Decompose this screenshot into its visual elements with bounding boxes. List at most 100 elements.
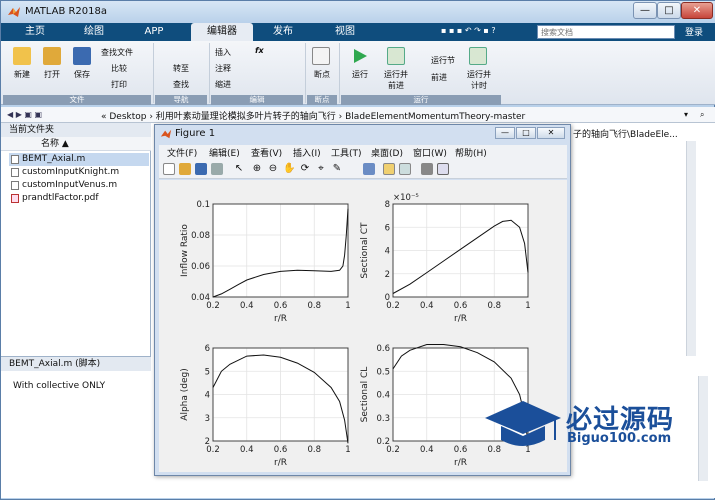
tab-apps[interactable]: APP [129,23,179,41]
m-file-icon [11,155,19,164]
open-icon[interactable] [179,163,191,175]
new-figure-icon[interactable] [163,163,175,175]
close-button[interactable]: ✕ [681,2,713,19]
comment-button[interactable]: 注释 [215,63,231,74]
menu-tools[interactable]: 工具(T) [331,146,362,159]
watermark-url: Biguo100.com [567,431,672,446]
y-axis-label: Sectional CT [360,222,370,279]
path-search-icon[interactable]: ⌕ [700,110,704,120]
y-tick-label: 0.5 [376,367,390,377]
nav-arrows[interactable]: ◀ ▶ ▣ ▣ [7,110,42,119]
run-advance-button[interactable]: 运行并 前进 [377,69,415,91]
figure-close-button[interactable]: ✕ [537,127,565,139]
y-tick-label: 0.04 [191,293,210,303]
path-dropdown-icon[interactable]: ▾ [684,110,688,119]
tab-editor[interactable]: 编辑器 [191,23,253,41]
pan-icon[interactable]: ✋ [283,163,295,175]
goto-button[interactable]: 转至 [173,63,189,74]
group-breakpoints-label: 断点 [307,95,337,105]
compare-button[interactable]: 比较 [111,63,127,74]
zoom-in-icon[interactable]: ⊕ [251,163,263,175]
file-item[interactable]: BEMT_Axial.m [9,153,149,166]
tab-view[interactable]: 视图 [319,23,371,41]
command-scrollbar[interactable] [698,376,708,481]
insert-button[interactable]: 插入 [215,47,231,58]
menu-help[interactable]: 帮助(H) [455,146,487,159]
minimize-button[interactable]: — [633,2,657,19]
tab-plots[interactable]: 绘图 [69,23,119,41]
x-tick-label: 0.8 [307,445,321,455]
menu-insert[interactable]: 插入(I) [293,146,321,159]
x-axis-label: r/R [454,458,467,468]
find-files-button[interactable]: 查找文件 [101,47,133,58]
tab-publish[interactable]: 发布 [257,23,309,41]
column-name[interactable]: 名称 ▲ [1,137,151,151]
show-plot-tools-icon[interactable] [437,163,449,175]
indent-button[interactable]: 缩进 [215,79,231,90]
run-button[interactable]: 运行 [345,69,375,80]
x-tick-label: 0.6 [454,301,468,311]
figure-toolbar: ↖ ⊕ ⊖ ✋ ⟳ ⌖ ✎ [159,159,567,179]
tab-home[interactable]: 主页 [13,23,57,41]
figure-minimize-button[interactable]: — [495,127,515,139]
run-icon[interactable] [351,47,369,65]
figure-maximize-button[interactable]: □ [516,127,536,139]
run-time-button[interactable]: 运行并 计时 [461,69,497,91]
login-link[interactable]: 登录 [685,25,703,38]
rotate-icon[interactable]: ⟳ [299,163,311,175]
maximize-button[interactable]: □ [657,2,681,19]
open-icon[interactable] [43,47,61,65]
legend-icon[interactable] [399,163,411,175]
y-tick-label: 0.6 [376,344,390,354]
current-folder-header: 当前文件夹 [1,123,151,137]
x-axis-label: r/R [454,314,467,324]
zoom-out-icon[interactable]: ⊖ [267,163,279,175]
print-icon[interactable] [211,163,223,175]
breakpoint-button[interactable]: 断点 [307,69,337,80]
breakpoint-icon[interactable] [312,47,330,65]
data-cursor-icon[interactable]: ⌖ [315,163,327,175]
brush-icon[interactable]: ✎ [331,163,343,175]
colorbar-icon[interactable] [383,163,395,175]
y-tick-label: 0.1 [196,200,210,210]
quick-access-toolbar[interactable]: ▪ ▪ ▪ ↶ ↷ ▪ ? [441,26,496,35]
group-run-label: 运行 [341,95,501,105]
save-icon[interactable] [73,47,91,65]
link-plot-icon[interactable] [363,163,375,175]
current-path[interactable]: « Desktop › 利用叶素动量理论模拟多叶片转子的轴向飞行 › Blade… [101,109,525,122]
editor-scrollbar[interactable] [686,141,696,356]
pointer-icon[interactable]: ↖ [233,163,245,175]
matlab-logo-icon [160,129,172,139]
run-section-button[interactable]: 运行节 [431,55,455,66]
print-button[interactable]: 打印 [111,79,127,90]
save-icon[interactable] [195,163,207,175]
hide-plot-tools-icon[interactable] [421,163,433,175]
file-item[interactable]: customInputKnight.m [9,166,149,179]
save-button[interactable]: 保存 [67,69,97,80]
menu-desktop[interactable]: 桌面(D) [371,146,403,159]
m-file-icon [11,168,19,177]
run-time-icon[interactable] [469,47,487,65]
search-input[interactable] [537,25,675,39]
menu-file[interactable]: 文件(F) [167,146,197,159]
new-icon[interactable] [13,47,31,65]
file-item[interactable]: prandtlFactor.pdf [9,192,149,205]
menu-edit[interactable]: 编辑(E) [209,146,240,159]
file-item[interactable]: customInputVenus.m [9,179,149,192]
x-tick-label: 1 [345,301,350,311]
editor-tab-title[interactable]: 子的轴向飞行\BladeEle... [573,127,678,140]
x-tick-label: 0.4 [420,301,434,311]
y-axis-label: Sectional CL [360,367,370,423]
ribbon-toolstrip: 新建 打开 保存 查找文件 比较 打印 文件 转至 查找 导航 插入 fx 注释… [1,41,715,105]
menu-window[interactable]: 窗口(W) [413,146,447,159]
menu-view[interactable]: 查看(V) [251,146,282,159]
open-button[interactable]: 打开 [37,69,67,80]
y-tick-label: 6 [385,223,390,233]
new-button[interactable]: 新建 [7,69,37,80]
x-tick-label: 0.8 [487,301,501,311]
fx-button[interactable]: fx [255,46,264,55]
address-bar: ◀ ▶ ▣ ▣ « Desktop › 利用叶素动量理论模拟多叶片转子的轴向飞行… [1,107,715,123]
advance-button[interactable]: 前进 [431,72,447,83]
run-advance-icon[interactable] [387,47,405,65]
find-button[interactable]: 查找 [173,79,189,90]
